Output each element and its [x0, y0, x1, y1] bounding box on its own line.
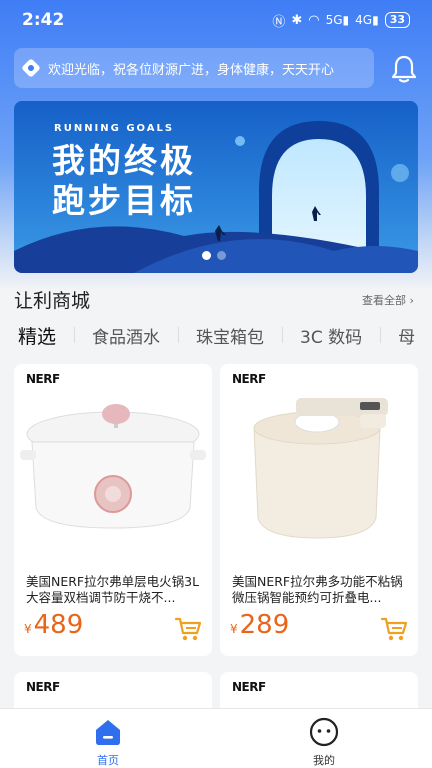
nav-profile[interactable]: 我的	[216, 709, 432, 768]
status-bar: 2:42 Ⓝ ✱ ◠ 5G▮ 4G▮ 33	[0, 0, 432, 40]
nav-home[interactable]: 首页	[0, 709, 216, 768]
home-icon	[96, 720, 120, 745]
section-title: 让利商城	[14, 290, 91, 312]
product-name: 美国NERF拉尔弗多功能不粘锅微压锅智能预约可折叠电...	[232, 574, 403, 605]
signal-5g-icon: 5G▮	[325, 13, 350, 27]
nav-home-label: 首页	[97, 754, 119, 767]
signal-4g-icon: 4G▮	[355, 13, 379, 27]
notice-text: 欢迎光临，祝各位财源广进，身体健康，天天开心	[48, 62, 335, 78]
add-to-cart-icon[interactable]	[380, 616, 408, 642]
product-card[interactable]: NERF 美国NERF拉尔弗多功能不粘锅微压锅智能预约可折叠电... ¥ 289	[220, 364, 418, 656]
category-tabs: 精选 食品酒水 珠宝箱包 3C 数码 母	[0, 318, 432, 352]
nfc-icon: Ⓝ	[272, 14, 286, 30]
product-image	[253, 398, 388, 539]
status-time: 2:42	[22, 10, 65, 30]
pagination-dot[interactable]	[202, 251, 211, 260]
notice-bar[interactable]: 欢迎光临，祝各位财源广进，身体健康，天天开心	[14, 48, 374, 88]
product-price: ¥ 289	[230, 610, 290, 640]
tab-mother-baby[interactable]: 母	[380, 323, 432, 348]
product-name: 美国NERF拉尔弗单层电火锅3L大容量双档调节防干烧不...	[26, 574, 200, 605]
pagination-dot[interactable]	[217, 251, 226, 260]
product-card[interactable]: NERF 美国NERF拉尔弗单层电火锅3L大容量双档调节防干烧不... ¥ 48…	[14, 364, 212, 656]
brand-logo: NERF	[232, 680, 266, 694]
banner-title: 我的终极 跑步目标	[52, 141, 196, 220]
brand-logo: NERF	[26, 372, 60, 386]
nav-profile-label: 我的	[313, 754, 335, 767]
wifi-icon: ◠	[308, 12, 320, 28]
brand-logo: NERF	[232, 372, 266, 386]
banner-pagination	[202, 251, 226, 260]
product-image	[20, 404, 206, 529]
bell-icon[interactable]	[390, 54, 418, 84]
status-icons: Ⓝ ✱ ◠ 5G▮ 4G▮ 33	[272, 11, 410, 30]
add-to-cart-icon[interactable]	[174, 616, 202, 642]
bottom-nav: 首页 我的	[0, 708, 432, 768]
battery-icon: 33	[384, 12, 410, 28]
tab-jewelry-bags[interactable]: 珠宝箱包	[178, 323, 282, 348]
see-all-link[interactable]: 查看全部 ›	[362, 292, 414, 308]
bluetooth-icon: ✱	[291, 12, 303, 28]
promo-banner[interactable]: RUNNING GOALS 我的终极 跑步目标	[14, 101, 418, 273]
notice-icon	[21, 58, 41, 78]
product-price: ¥ 489	[24, 610, 84, 640]
profile-icon	[309, 717, 339, 747]
banner-subtitle: RUNNING GOALS	[54, 123, 175, 134]
tab-featured[interactable]: 精选	[0, 322, 74, 349]
brand-logo: NERF	[26, 680, 60, 694]
tab-3c-digital[interactable]: 3C 数码	[282, 323, 380, 348]
tab-food-drinks[interactable]: 食品酒水	[74, 323, 178, 348]
